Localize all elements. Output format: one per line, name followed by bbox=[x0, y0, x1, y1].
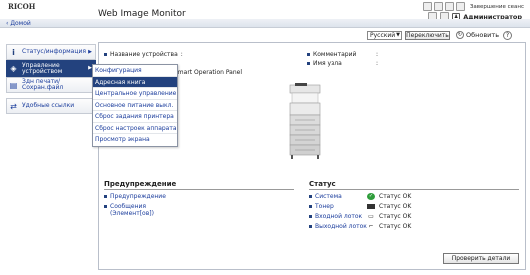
system-ok-icon: ✓ bbox=[367, 193, 375, 200]
sidebar: i Статус/информация ▶ ◈ Управление устро… bbox=[6, 44, 96, 114]
chevron-down-icon: ▼ bbox=[396, 32, 400, 38]
chevron-right-icon: ▶ bbox=[88, 49, 92, 55]
bullet-icon bbox=[104, 205, 107, 208]
info-icon: i bbox=[12, 47, 15, 57]
menu-item-central-management[interactable]: Центральное управление bbox=[93, 88, 177, 100]
app-title: Web Image Monitor bbox=[98, 9, 186, 19]
sidebar-item-label: Управление устройством bbox=[22, 61, 63, 75]
sidebar-item-label: Статус/информация bbox=[22, 48, 86, 55]
home-label: Домой bbox=[10, 20, 31, 27]
language-select[interactable]: Русский ▼ bbox=[367, 31, 402, 40]
check-details-button[interactable]: Проверить детали bbox=[443, 253, 519, 264]
print-job-icon: ▤ bbox=[9, 80, 18, 90]
menu-item-configuration[interactable]: Конфигурация bbox=[93, 65, 177, 77]
bullet-icon bbox=[309, 205, 312, 208]
comment-label: Комментарий bbox=[313, 51, 357, 58]
status-system-value: Статус OK bbox=[379, 193, 412, 200]
bullet-icon bbox=[309, 215, 312, 218]
menu-item-reset-device[interactable]: Сброс настроек аппарата bbox=[93, 123, 177, 134]
home-link[interactable]: ‹ Домой bbox=[6, 20, 31, 27]
help-icon[interactable]: ? bbox=[503, 31, 512, 40]
refresh-button[interactable]: ↻ Обновить bbox=[456, 31, 499, 39]
input-tray-icon: ▭ bbox=[368, 213, 374, 220]
bullet-icon bbox=[307, 53, 310, 56]
status-system-link[interactable]: Система bbox=[309, 193, 367, 200]
divider bbox=[309, 189, 519, 190]
bullet-icon bbox=[307, 62, 310, 65]
status-toner-label: Тонер bbox=[315, 203, 334, 210]
status-system-label: Система bbox=[315, 193, 342, 200]
printer-image bbox=[289, 83, 321, 159]
host-label: Имя узла bbox=[313, 60, 342, 67]
device-name-value: : bbox=[180, 51, 183, 58]
status-output-tray-label: Выходной лоток bbox=[315, 223, 367, 230]
host-row: Имя узла : bbox=[307, 60, 378, 67]
logout-link[interactable]: Завершение сеанс bbox=[470, 4, 524, 10]
bullet-icon bbox=[309, 195, 312, 198]
toner-icon bbox=[367, 204, 375, 209]
sidebar-item-links[interactable]: ⇄ Удобные ссылки bbox=[6, 98, 96, 114]
status-row-output-tray: Выходной лоток ⌐ Статус OK bbox=[309, 223, 411, 230]
messages-link[interactable]: Сообщения (Элемент[ов]) bbox=[104, 203, 184, 217]
divider bbox=[104, 189, 294, 190]
menu-item-reset-printer-job[interactable]: Сброс задания принтера bbox=[93, 111, 177, 123]
sidebar-item-print-jobs[interactable]: ▤ Здн печати/Сохран.файл bbox=[6, 77, 96, 93]
comment-row: Комментарий : bbox=[307, 51, 378, 58]
sidebar-item-status[interactable]: i Статус/информация ▶ bbox=[6, 44, 96, 60]
logout-icon[interactable] bbox=[455, 2, 465, 11]
status-toner-value: Статус OK bbox=[379, 203, 412, 210]
link-icon: ⇄ bbox=[10, 101, 17, 111]
monitor-icon[interactable] bbox=[422, 2, 432, 11]
header-actions: Завершение сеанс bbox=[422, 2, 524, 11]
breadcrumb-bar: ‹ Домой bbox=[0, 19, 530, 28]
comment-value: : bbox=[376, 51, 379, 58]
status-output-tray-value: Статус OK bbox=[379, 223, 412, 230]
device-name-row: Название устройства : bbox=[104, 51, 183, 58]
sidebar-item-label: Здн печати/Сохран.файл bbox=[22, 78, 64, 91]
switch-button[interactable]: Переключить bbox=[405, 31, 450, 40]
status-row-toner: Тонер Статус OK bbox=[309, 203, 411, 210]
status-title: Статус bbox=[309, 180, 336, 188]
status-input-tray-link[interactable]: Входной лоток bbox=[309, 213, 367, 220]
status-input-tray-label: Входной лоток bbox=[315, 213, 363, 220]
status-toner-link[interactable]: Тонер bbox=[309, 203, 367, 210]
status-row-system: Система ✓ Статус OK bbox=[309, 193, 411, 200]
top-bar: RICOH Web Image Monitor Завершение сеанс… bbox=[0, 0, 530, 21]
mail-icon[interactable] bbox=[433, 2, 443, 11]
status-output-tray-link[interactable]: Выходной лоток bbox=[309, 223, 367, 230]
device-name-label: Название устройства bbox=[110, 51, 178, 58]
messages-link-label: Сообщения (Элемент[ов]) bbox=[110, 203, 154, 217]
sidebar-item-label: Удобные ссылки bbox=[22, 102, 75, 109]
globe-icon[interactable] bbox=[444, 2, 454, 11]
status-row-input-tray: Входной лоток ▭ Статус OK bbox=[309, 213, 411, 220]
warning-link[interactable]: Предупреждение bbox=[104, 193, 166, 200]
device-management-icon: ◈ bbox=[10, 64, 17, 73]
device-management-menu: Конфигурация Адресная книга Центральное … bbox=[92, 64, 178, 147]
menu-item-screen-view[interactable]: Просмотр экрана bbox=[93, 134, 177, 146]
panel-type: Smart Operation Panel bbox=[174, 69, 243, 76]
warning-title: Предупреждение bbox=[104, 180, 177, 188]
status-input-tray-value: Статус OK bbox=[379, 213, 412, 220]
warning-link-label: Предупреждение bbox=[110, 193, 166, 200]
refresh-label: Обновить bbox=[466, 31, 500, 39]
bullet-icon bbox=[104, 195, 107, 198]
output-tray-icon: ⌐ bbox=[368, 223, 374, 230]
brand-logo: RICOH bbox=[8, 2, 36, 11]
sidebar-item-device-management[interactable]: ◈ Управление устройством ▶ bbox=[6, 60, 96, 77]
host-value: : bbox=[376, 60, 379, 67]
bullet-icon bbox=[104, 53, 107, 56]
refresh-icon: ↻ bbox=[456, 31, 464, 39]
menu-item-address-book[interactable]: Адресная книга bbox=[93, 76, 177, 88]
language-value: Русский bbox=[370, 32, 396, 39]
bullet-icon bbox=[309, 225, 312, 228]
menu-item-main-power-off[interactable]: Основное питание выкл. bbox=[93, 100, 177, 111]
